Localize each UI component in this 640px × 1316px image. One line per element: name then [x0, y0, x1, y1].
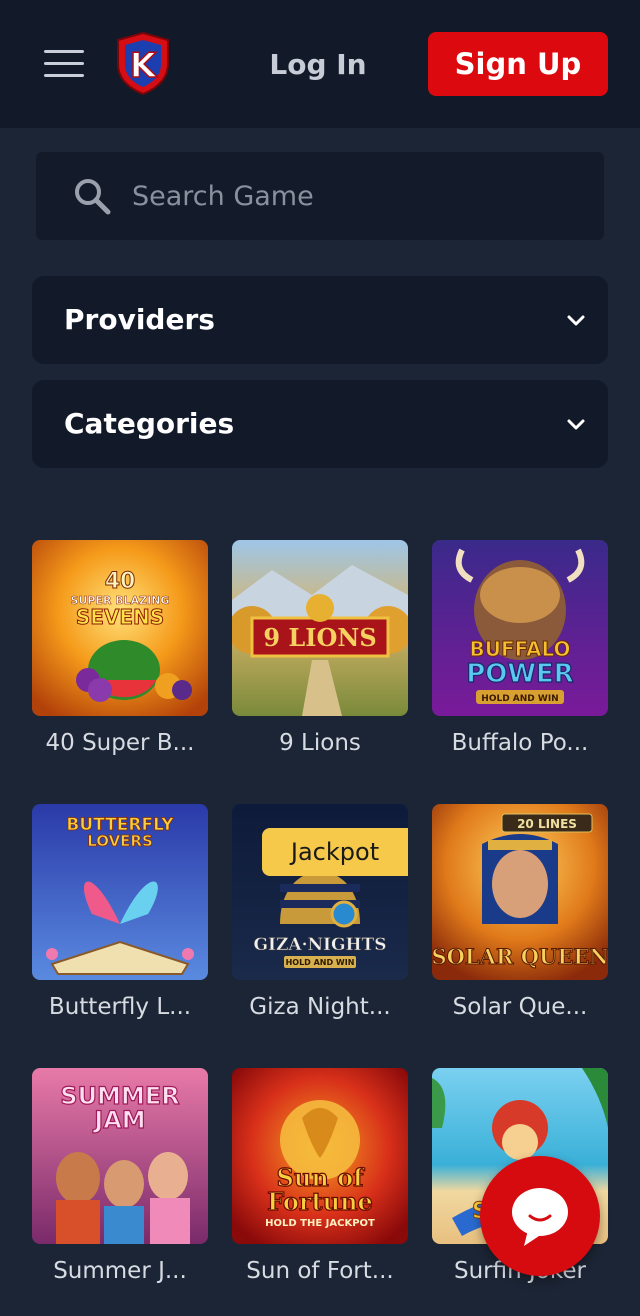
svg-text:HOLD AND WIN: HOLD AND WIN — [481, 694, 558, 704]
search-icon — [75, 179, 111, 215]
login-button[interactable]: Log In — [262, 40, 374, 90]
game-name: Giza Night... — [249, 994, 391, 1020]
svg-text:JAM: JAM — [92, 1106, 145, 1134]
game-thumbnail-40-super-blazing-sevens[interactable]: 40 SUPER BLAZING SEVENS — [32, 540, 208, 716]
jackpot-badge: Jackpot — [262, 828, 408, 876]
hamburger-menu-icon[interactable] — [44, 48, 84, 80]
svg-text:SOLAR QUEEN: SOLAR QUEEN — [432, 944, 608, 969]
game-name: Sun of Fort... — [246, 1258, 394, 1284]
svg-text:HOLD THE JACKPOT: HOLD THE JACKPOT — [265, 1218, 375, 1229]
game-name: Solar Que... — [452, 994, 588, 1020]
svg-text:POWER: POWER — [466, 659, 574, 689]
game-thumbnail-solar-queen[interactable]: 20 LINES SOLAR QUEEN — [432, 804, 608, 980]
chat-bubble-icon — [512, 1188, 568, 1246]
svg-text:BUFFALO: BUFFALO — [469, 637, 570, 661]
svg-text:40: 40 — [105, 569, 136, 594]
game-name: Buffalo Po... — [451, 730, 589, 756]
categories-label: Categories — [64, 407, 235, 440]
game-thumbnail-sun-of-fortune[interactable]: Sun of Fortune HOLD THE JACKPOT — [232, 1068, 408, 1244]
chevron-down-icon — [567, 419, 585, 430]
svg-text:HOLD AND WIN: HOLD AND WIN — [286, 958, 355, 967]
brand-logo[interactable]: K — [110, 30, 176, 96]
game-thumbnail-butterfly-lovers[interactable]: BUTTERFLY LOVERS — [32, 804, 208, 980]
svg-text:20 LINES: 20 LINES — [517, 817, 577, 831]
providers-dropdown[interactable]: Providers — [32, 276, 608, 364]
chat-button[interactable] — [480, 1156, 600, 1276]
svg-text:LOVERS: LOVERS — [87, 832, 153, 850]
game-thumbnail-giza-nights[interactable]: GIZA·NIGHTS HOLD AND WIN Jackpot — [232, 804, 408, 980]
svg-text:K: K — [130, 46, 158, 86]
game-thumbnail-summer-jam[interactable]: SUMMER JAM — [32, 1068, 208, 1244]
game-thumbnail-9-lions[interactable]: 9 LIONS — [232, 540, 408, 716]
svg-text:GIZA·NIGHTS: GIZA·NIGHTS — [254, 935, 387, 955]
svg-text:SEVENS: SEVENS — [76, 605, 164, 629]
chevron-down-icon — [567, 315, 585, 326]
categories-dropdown[interactable]: Categories — [32, 380, 608, 468]
game-name: 40 Super B... — [45, 730, 195, 756]
search-input[interactable] — [132, 172, 572, 220]
game-name: 9 Lions — [279, 730, 361, 756]
providers-label: Providers — [64, 303, 215, 336]
signup-button[interactable]: Sign Up — [428, 32, 608, 96]
game-name: Summer J... — [53, 1258, 187, 1284]
game-name: Butterfly L... — [48, 994, 192, 1020]
svg-text:9 LIONS: 9 LIONS — [263, 623, 376, 652]
game-thumbnail-buffalo-power[interactable]: BUFFALO POWER HOLD AND WIN — [432, 540, 608, 716]
svg-text:Fortune: Fortune — [267, 1187, 373, 1216]
